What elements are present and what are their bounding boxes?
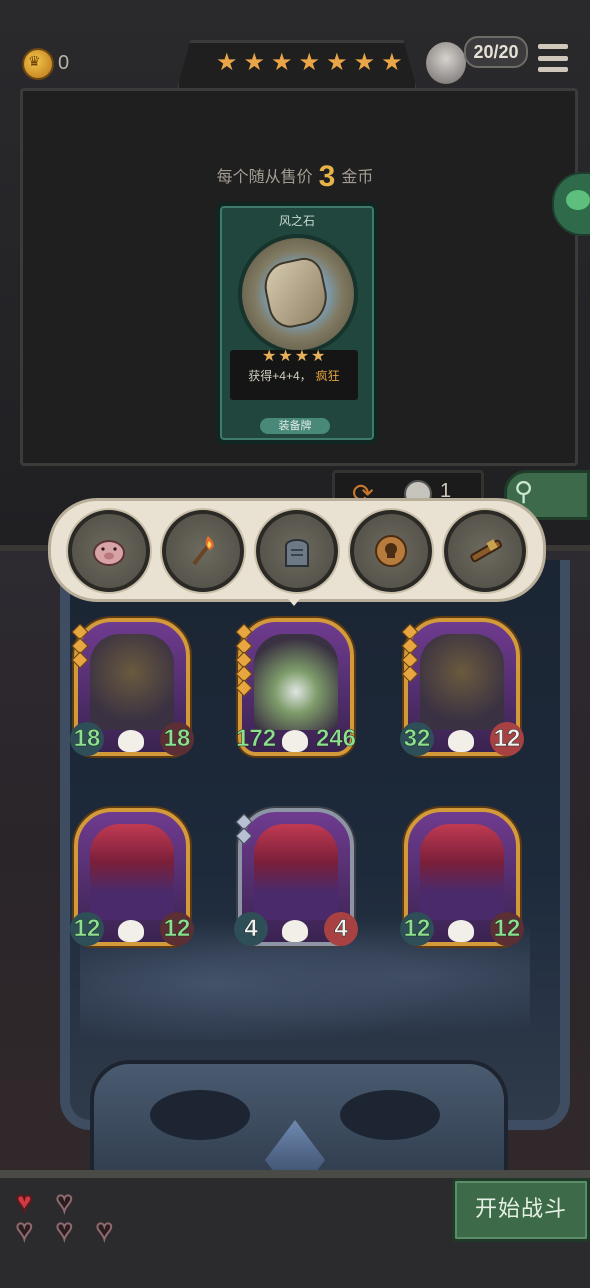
attack-value: 172	[236, 725, 277, 753]
rank-gems	[235, 813, 253, 845]
unit-scarecrow[interactable]: 32 12	[400, 618, 524, 756]
unit-ghost-orb[interactable]: 172 246	[235, 618, 356, 756]
rank-gem-icon	[235, 679, 253, 697]
card-name: 风之石	[278, 214, 315, 228]
item-slot[interactable]	[256, 510, 338, 592]
skull-icon	[118, 920, 144, 942]
health-value: 4	[324, 912, 358, 946]
sell-price: 3	[318, 160, 336, 193]
card-star-icon: ★	[278, 348, 293, 365]
item-slot[interactable]	[350, 510, 432, 592]
health-value: 12	[490, 722, 524, 756]
attack-value: 32	[400, 722, 434, 756]
scarecrow-portrait	[90, 634, 174, 730]
rank-gems	[401, 623, 419, 683]
heart-icon: ♥	[95, 1213, 114, 1246]
star-icon: ★	[216, 49, 238, 76]
skull-map-icon	[375, 535, 407, 567]
menu-icon[interactable]	[538, 44, 568, 72]
crown-icon: ♛	[28, 53, 41, 69]
sell-price-text: 每个随从售价 3 金币	[216, 160, 374, 193]
lives: ♥ ♥ ♥ ♥ ♥	[15, 1185, 136, 1246]
unit-clown[interactable]: 12 12	[400, 808, 524, 946]
ghost-orb-portrait	[254, 634, 338, 730]
heart-icon: ♥	[55, 1213, 74, 1246]
unit-scarecrow[interactable]: 18 18	[70, 618, 194, 756]
skull-eye-right	[340, 1090, 440, 1140]
skull-icon	[282, 920, 308, 942]
unit-clown[interactable]: 12 12	[70, 808, 194, 946]
card-star-icon: ★	[262, 348, 277, 365]
card-star-icon: ★	[294, 348, 310, 365]
rank-gems	[235, 623, 253, 697]
shop-card[interactable]: 风之石 获得+4+4， 疯狂 ★ ★ ★ ★ 装备牌	[216, 202, 378, 444]
rank-gem-icon	[401, 665, 419, 683]
scarecrow-portrait	[420, 634, 504, 730]
heart-icon: ♥	[15, 1213, 34, 1246]
start-battle-button[interactable]: 开始战斗	[452, 1178, 590, 1242]
skull-icon	[118, 730, 144, 752]
item-slot[interactable]	[444, 510, 526, 592]
tier-stars: ★ ★ ★ ★ ★ ★ ★	[216, 50, 403, 76]
player-avatar[interactable]	[424, 40, 468, 86]
clown-portrait	[420, 824, 504, 920]
skull-icon	[448, 920, 474, 942]
item-bar-pointer	[284, 594, 304, 606]
clown-portrait	[254, 824, 338, 920]
rank-gem-icon	[71, 651, 89, 669]
chat-icon[interactable]	[566, 190, 590, 210]
health-value: 246	[315, 725, 357, 753]
skull-eye-left	[150, 1090, 250, 1140]
attack-value: 12	[70, 912, 104, 946]
star-icon: ★	[243, 49, 266, 76]
pig-icon	[93, 540, 125, 566]
health-value: 18	[160, 722, 194, 756]
card-type-badge: 装备牌	[260, 418, 330, 434]
item-slot[interactable]	[162, 510, 244, 592]
attack-value: 18	[70, 722, 104, 756]
tombstone-icon	[285, 539, 309, 567]
rank-gems	[71, 623, 89, 669]
clown-portrait	[90, 824, 174, 920]
rank-gem-icon	[235, 827, 253, 845]
unit-clown[interactable]: 44	[234, 808, 358, 946]
star-icon: ★	[353, 49, 376, 76]
star-icon: ★	[326, 49, 348, 76]
skull-icon	[282, 730, 308, 752]
card-stars: ★ ★ ★ ★	[262, 344, 325, 370]
star-icon: ★	[271, 49, 293, 76]
star-icon: ★	[381, 49, 403, 76]
item-slot[interactable]	[68, 510, 150, 592]
star-icon: ★	[298, 49, 321, 76]
health-badge: 20/20	[464, 36, 528, 68]
torch-icon	[192, 536, 214, 566]
attack-value: 4	[234, 912, 268, 946]
health-value: 12	[490, 912, 524, 946]
skull-icon	[448, 730, 474, 752]
spyglass-icon	[470, 539, 502, 563]
card-star-icon: ★	[311, 348, 326, 365]
health-value: 12	[160, 912, 194, 946]
gold-count: 0	[58, 52, 70, 74]
attack-value: 12	[400, 912, 434, 946]
